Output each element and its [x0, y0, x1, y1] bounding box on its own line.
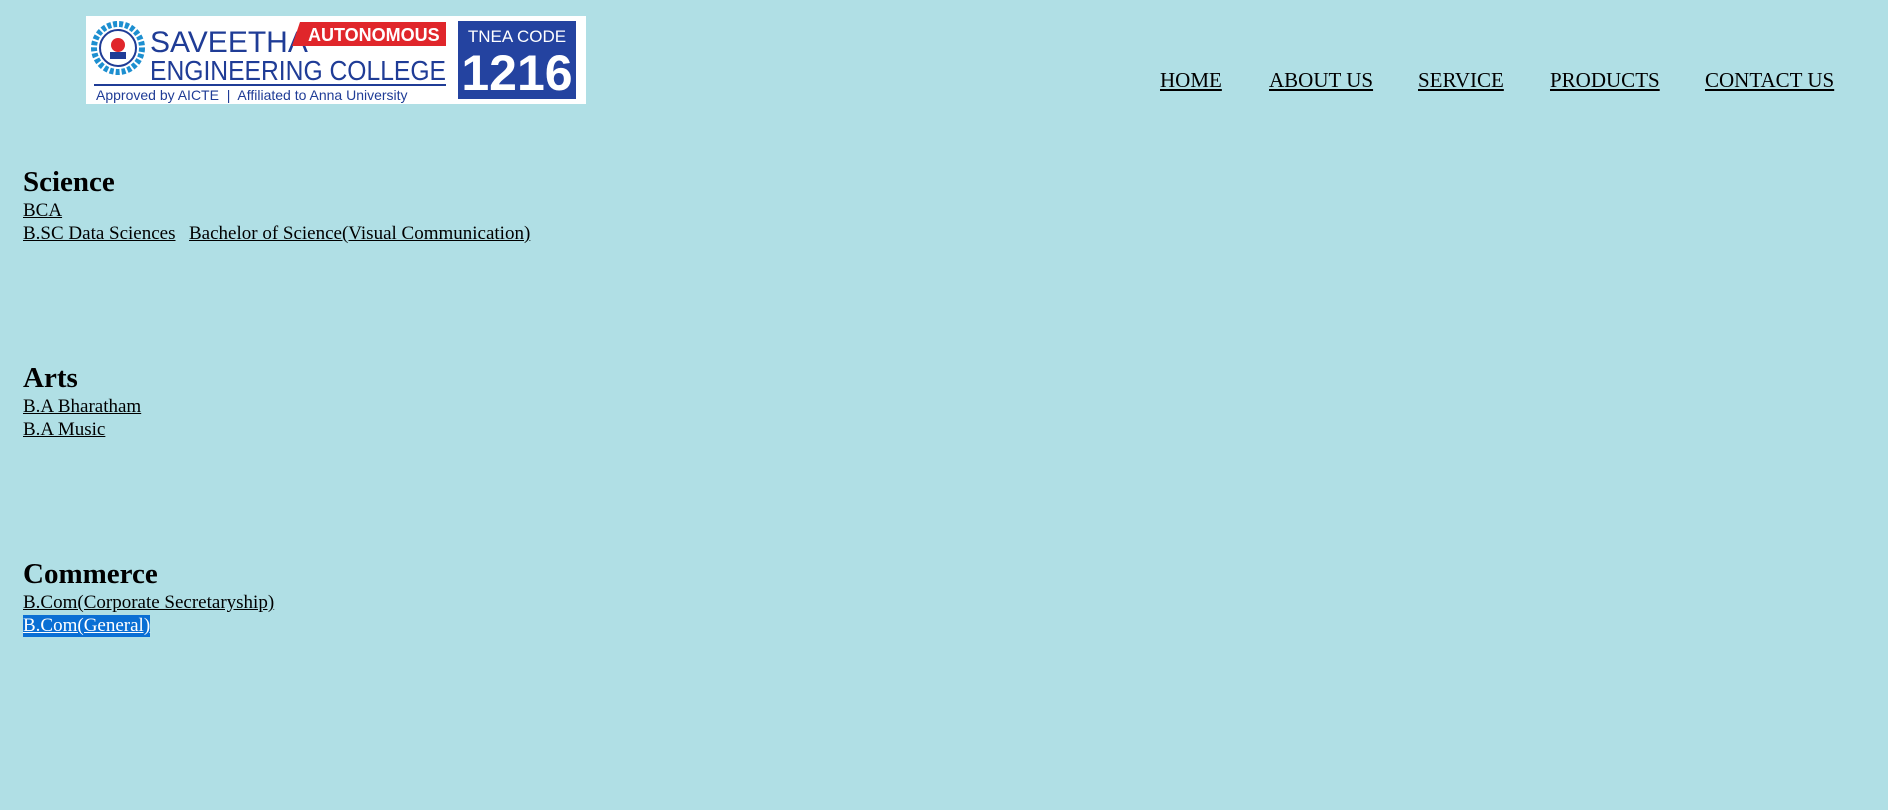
arts-heading: Arts — [23, 362, 78, 394]
nav-service[interactable]: SERVICE — [1418, 68, 1504, 93]
link-ba-music[interactable]: B.A Music — [23, 419, 105, 441]
nav-products[interactable]: PRODUCTS — [1550, 68, 1660, 93]
main-nav: HOME ABOUT US SERVICE PRODUCTS CONTACT U… — [0, 68, 1888, 92]
link-bsc-data-sciences[interactable]: B.SC Data Sciences — [23, 223, 176, 245]
link-ba-bharatham[interactable]: B.A Bharatham — [23, 396, 141, 418]
science-heading: Science — [23, 166, 115, 198]
commerce-heading: Commerce — [23, 558, 158, 590]
logo-badge: AUTONOMOUS — [308, 25, 440, 45]
nav-home[interactable]: HOME — [1160, 68, 1222, 93]
link-bcom-general[interactable]: B.Com(General) — [23, 615, 151, 637]
link-bca[interactable]: BCA — [23, 200, 62, 222]
logo-code-label: TNEA CODE — [468, 27, 566, 46]
nav-about-us[interactable]: ABOUT US — [1269, 68, 1373, 93]
link-bcom-corporate-secretaryship[interactable]: B.Com(Corporate Secretaryship) — [23, 592, 274, 614]
nav-contact-us[interactable]: CONTACT US — [1705, 68, 1834, 93]
link-bsc-visual-communication[interactable]: Bachelor of Science(Visual Communication… — [189, 223, 530, 245]
